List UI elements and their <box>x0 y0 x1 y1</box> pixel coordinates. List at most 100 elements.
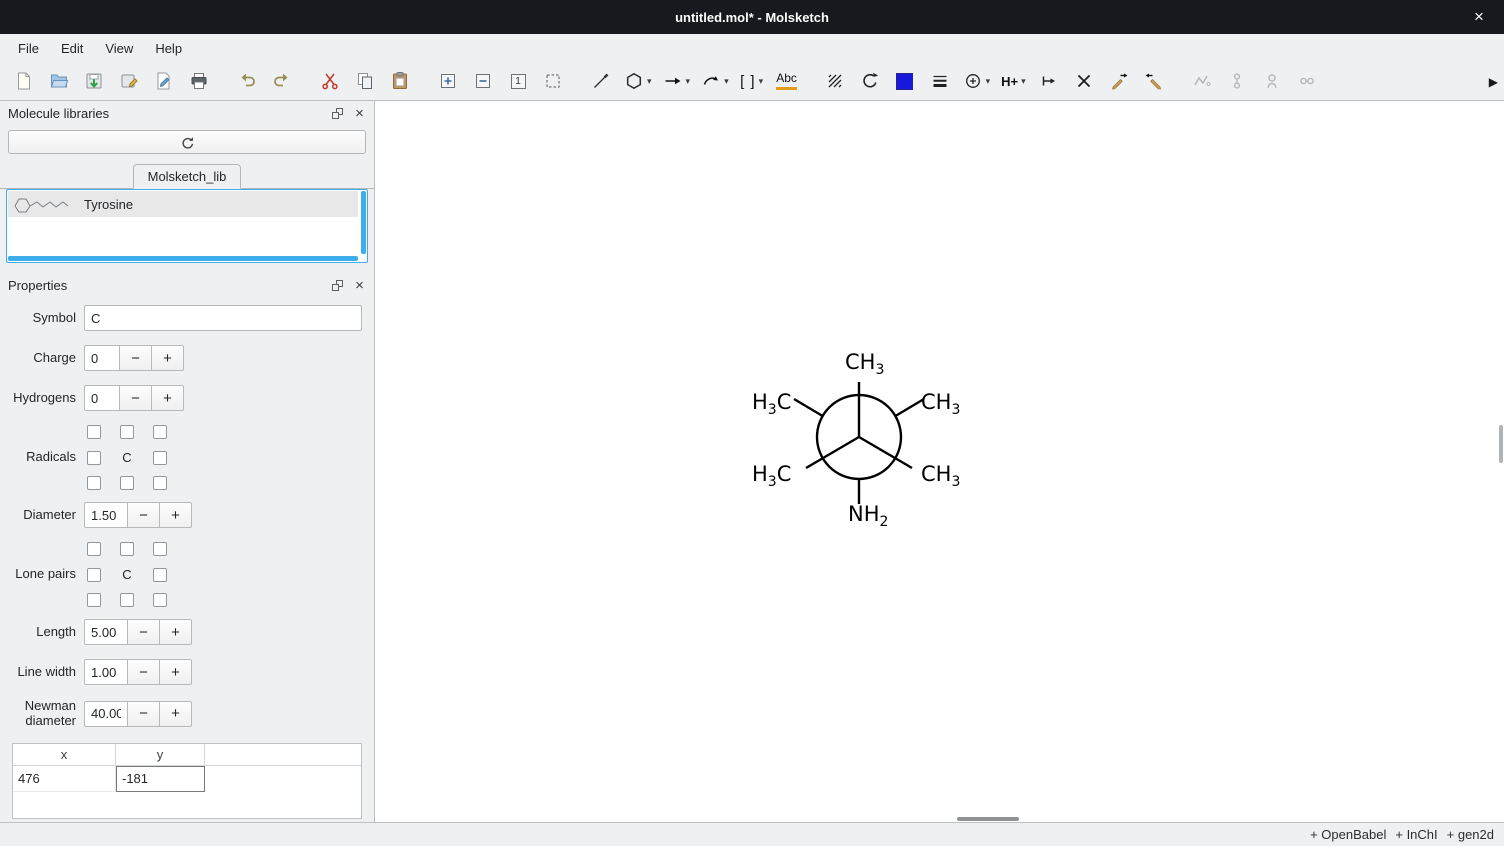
radical-checkbox[interactable] <box>153 451 167 465</box>
atom-label-ch3-top[interactable]: CH3 <box>845 350 884 378</box>
hydrogen-dropdown-icon[interactable]: ▾ <box>1021 76 1026 87</box>
hydrogen-tool-button[interactable]: H+▾ <box>999 67 1028 95</box>
lone-pair-checkbox[interactable] <box>153 568 167 582</box>
text-tool-button[interactable]: Abc <box>773 67 801 95</box>
radical-checkbox[interactable] <box>120 476 134 490</box>
atom-label-ch3-upper-right[interactable]: CH3 <box>921 390 960 418</box>
diameter-input[interactable] <box>84 502 128 528</box>
hydrogens-input[interactable] <box>84 385 120 411</box>
zoom-out-button[interactable] <box>469 67 497 95</box>
flip-horizontal-button[interactable] <box>1105 67 1133 95</box>
atom-label-h3c-lower-left[interactable]: H3C <box>752 462 791 490</box>
new-document-button[interactable] <box>10 67 38 95</box>
open-button[interactable] <box>45 67 73 95</box>
length-increment-button[interactable]: + <box>159 619 192 645</box>
cut-button[interactable] <box>316 67 344 95</box>
line-width-button[interactable] <box>926 67 954 95</box>
close-dock-icon[interactable]: × <box>353 108 366 119</box>
bracket-tool-button[interactable]: [ ]▾ <box>738 67 766 95</box>
canvas-vertical-scrollbar[interactable] <box>1499 425 1503 463</box>
save-button[interactable] <box>80 67 108 95</box>
menu-file[interactable]: File <box>8 37 49 60</box>
arrow-dropdown-icon[interactable]: ▾ <box>686 76 691 87</box>
coordinate-x-cell[interactable]: 476 <box>13 766 116 792</box>
newman-diameter-input[interactable] <box>84 701 128 727</box>
flip-vertical-button[interactable] <box>1140 67 1168 95</box>
paste-button[interactable] <box>386 67 414 95</box>
lone-pair-checkbox[interactable] <box>87 542 101 556</box>
mechanism-arrow-tool-button[interactable]: ▾ <box>699 67 731 95</box>
newman-diameter-decrement-button[interactable]: − <box>127 701 160 727</box>
charge-increment-button[interactable]: + <box>151 345 184 371</box>
tab-molsketch-lib[interactable]: Molsketch_lib <box>133 164 242 189</box>
copy-button[interactable] <box>351 67 379 95</box>
diameter-increment-button[interactable]: + <box>159 502 192 528</box>
lone-pair-checkbox[interactable] <box>153 542 167 556</box>
mechanism-dropdown-icon[interactable]: ▾ <box>724 76 729 87</box>
diameter-decrement-button[interactable]: − <box>127 502 160 528</box>
length-decrement-button[interactable]: − <box>127 619 160 645</box>
charge-decrement-button[interactable]: − <box>119 345 152 371</box>
ring-dropdown-icon[interactable]: ▾ <box>647 76 652 87</box>
coordinate-y-cell[interactable]: -181 <box>116 766 205 792</box>
float-dock-icon[interactable] <box>332 280 343 291</box>
line-width-increment-button[interactable]: + <box>159 659 192 685</box>
hydrogens-increment-button[interactable]: + <box>151 385 184 411</box>
color-picker-button[interactable] <box>891 67 919 95</box>
lone-pair-checkbox[interactable] <box>87 568 101 582</box>
menu-help[interactable]: Help <box>145 37 192 60</box>
zoom-in-button[interactable] <box>434 67 462 95</box>
length-input[interactable] <box>84 619 128 645</box>
window-close-icon[interactable]: × <box>1466 0 1492 34</box>
radical-checkbox[interactable] <box>120 425 134 439</box>
bracket-dropdown-icon[interactable]: ▾ <box>759 76 764 87</box>
float-dock-icon[interactable] <box>332 108 343 119</box>
canvas-horizontal-scrollbar[interactable] <box>957 817 1019 821</box>
radical-checkbox[interactable] <box>153 425 167 439</box>
lone-pair-checkbox[interactable] <box>120 542 134 556</box>
radical-checkbox[interactable] <box>87 425 101 439</box>
symbol-input[interactable] <box>84 305 362 331</box>
ring-tool-button[interactable]: ▾ <box>622 67 654 95</box>
refresh-libraries-button[interactable] <box>8 130 366 154</box>
export-button[interactable] <box>150 67 178 95</box>
undo-button[interactable] <box>233 67 261 95</box>
toolbar-extension-button[interactable]: ▶ <box>1489 62 1498 101</box>
line-width-decrement-button[interactable]: − <box>127 659 160 685</box>
drawing-canvas[interactable]: CH3 H3C CH3 H3C CH3 NH2 <box>375 101 1504 822</box>
coordinates-header-row: x y <box>13 744 361 766</box>
dock-splitter[interactable] <box>0 263 374 273</box>
menu-view[interactable]: View <box>95 37 143 60</box>
save-as-button[interactable] <box>115 67 143 95</box>
close-dock-icon[interactable]: × <box>353 280 366 291</box>
rotate-tool-button[interactable] <box>856 67 884 95</box>
radical-checkbox[interactable] <box>87 476 101 490</box>
library-horizontal-scrollbar[interactable] <box>8 256 358 261</box>
atom-label-ch3-lower-right[interactable]: CH3 <box>921 462 960 490</box>
line-width-input[interactable] <box>84 659 128 685</box>
charge-dropdown-icon[interactable]: ▾ <box>986 76 991 87</box>
zoom-fit-button[interactable] <box>539 67 567 95</box>
atom-label-nh2-bottom[interactable]: NH2 <box>848 502 888 530</box>
lone-pair-checkbox[interactable] <box>120 593 134 607</box>
zoom-original-button[interactable]: 1 <box>504 67 532 95</box>
library-vertical-scrollbar[interactable] <box>361 191 366 254</box>
lone-pair-checkbox[interactable] <box>87 593 101 607</box>
menu-edit[interactable]: Edit <box>51 37 93 60</box>
reaction-arrow-tool-button[interactable]: ▾ <box>661 67 693 95</box>
list-item-tyrosine[interactable]: Tyrosine <box>8 191 358 217</box>
redo-button[interactable] <box>268 67 296 95</box>
electron-flow-button[interactable] <box>1035 67 1063 95</box>
charge-tool-button[interactable]: ▾ <box>961 67 993 95</box>
draw-tool-button[interactable] <box>587 67 615 95</box>
print-button[interactable] <box>185 67 213 95</box>
atom-label-h3c-upper-left[interactable]: H3C <box>752 390 791 418</box>
lone-pair-checkbox[interactable] <box>153 593 167 607</box>
radical-checkbox[interactable] <box>153 476 167 490</box>
hash-tool-button[interactable] <box>821 67 849 95</box>
newman-diameter-increment-button[interactable]: + <box>159 701 192 727</box>
delete-tool-button[interactable] <box>1070 67 1098 95</box>
radical-checkbox[interactable] <box>87 451 101 465</box>
charge-input[interactable] <box>84 345 120 371</box>
hydrogens-decrement-button[interactable]: − <box>119 385 152 411</box>
